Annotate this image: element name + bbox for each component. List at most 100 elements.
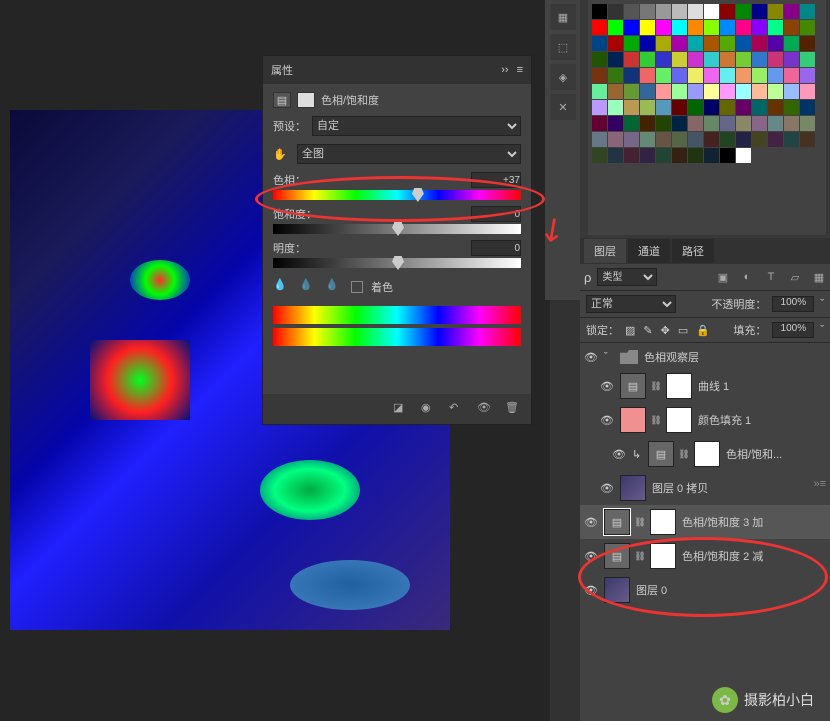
visibility-toggle[interactable]: 👁 xyxy=(584,350,598,364)
saturation-slider-thumb[interactable] xyxy=(392,222,404,236)
swatch[interactable] xyxy=(608,100,623,115)
eyedropper-subtract-icon[interactable]: 💧 xyxy=(325,278,343,296)
swatch[interactable] xyxy=(736,148,751,163)
swatch[interactable] xyxy=(624,132,639,147)
layer-name[interactable]: 色相观察层 xyxy=(644,349,699,365)
swatch[interactable] xyxy=(608,148,623,163)
swatch[interactable] xyxy=(720,36,735,51)
tool-icon[interactable]: ✕ xyxy=(550,94,576,120)
swatch[interactable] xyxy=(688,84,703,99)
eyedropper-add-icon[interactable]: 💧 xyxy=(299,278,317,296)
lightness-value-input[interactable] xyxy=(471,240,521,256)
swatch[interactable] xyxy=(592,20,607,35)
layer-row[interactable]: 👁 ⛓ 颜色填充 1 xyxy=(580,403,830,437)
swatch[interactable] xyxy=(720,100,735,115)
lightness-slider[interactable] xyxy=(273,258,521,268)
lock-artboard-icon[interactable]: ▭ xyxy=(678,324,688,337)
lock-all-icon[interactable]: 🔒 xyxy=(696,324,710,337)
swatch[interactable] xyxy=(672,148,687,163)
tab-paths[interactable]: 路径 xyxy=(672,239,714,263)
colorize-checkbox[interactable] xyxy=(351,281,363,293)
image-thumb[interactable] xyxy=(620,475,646,501)
swatch[interactable] xyxy=(768,20,783,35)
mask-thumb[interactable] xyxy=(650,509,676,535)
layer-name[interactable]: 色相/饱和度 2 减 xyxy=(682,548,763,564)
blend-mode-select[interactable]: 正常 xyxy=(586,295,676,313)
visibility-toggle[interactable]: 👁 xyxy=(584,583,598,597)
tab-layers[interactable]: 图层 xyxy=(584,239,626,263)
layer-row[interactable]: 👁 图层 0 拷贝 xyxy=(580,471,830,505)
fill-dropdown-icon[interactable]: ˇ xyxy=(820,324,824,336)
swatch[interactable] xyxy=(688,20,703,35)
swatch[interactable] xyxy=(592,116,607,131)
swatch[interactable] xyxy=(640,84,655,99)
image-thumb[interactable] xyxy=(604,577,630,603)
swatch[interactable] xyxy=(640,100,655,115)
swatch[interactable] xyxy=(688,4,703,19)
swatch[interactable] xyxy=(624,148,639,163)
swatch[interactable] xyxy=(752,36,767,51)
swatch[interactable] xyxy=(688,132,703,147)
visibility-toggle[interactable]: 👁 xyxy=(600,413,614,427)
swatch[interactable] xyxy=(752,68,767,83)
swatch[interactable] xyxy=(784,20,799,35)
swatch[interactable] xyxy=(704,36,719,51)
visibility-toggle[interactable]: 👁 xyxy=(584,515,598,529)
hue-slider-thumb[interactable] xyxy=(412,188,424,202)
swatch[interactable] xyxy=(640,52,655,67)
swatch[interactable] xyxy=(800,4,815,19)
swatch[interactable] xyxy=(784,100,799,115)
swatch[interactable] xyxy=(688,100,703,115)
swatch[interactable] xyxy=(768,4,783,19)
swatch[interactable] xyxy=(800,36,815,51)
swatch[interactable] xyxy=(688,36,703,51)
clip-icon[interactable]: ◪ xyxy=(393,401,409,417)
swatch[interactable] xyxy=(720,148,735,163)
swatch[interactable] xyxy=(720,52,735,67)
layer-row[interactable]: 👁 ↳ ▤ ⛓ 色相/饱和... xyxy=(580,437,830,471)
swatch[interactable] xyxy=(624,68,639,83)
swatch[interactable] xyxy=(672,132,687,147)
previous-icon[interactable]: ◉ xyxy=(421,401,437,417)
layer-row[interactable]: 👁 ▤ ⛓ 曲线 1 xyxy=(580,369,830,403)
link-icon[interactable]: ⛓ xyxy=(652,379,660,393)
swatch[interactable] xyxy=(688,68,703,83)
mask-thumb[interactable] xyxy=(666,373,692,399)
swatch[interactable] xyxy=(752,20,767,35)
swatch[interactable] xyxy=(736,52,751,67)
swatch[interactable] xyxy=(624,4,639,19)
swatch[interactable] xyxy=(592,84,607,99)
swatch[interactable] xyxy=(608,116,623,131)
swatch[interactable] xyxy=(592,132,607,147)
swatch[interactable] xyxy=(720,116,735,131)
swatch[interactable] xyxy=(752,52,767,67)
swatch[interactable] xyxy=(592,4,607,19)
tool-icon[interactable]: ▦ xyxy=(550,4,576,30)
swatch[interactable] xyxy=(752,100,767,115)
lock-position-icon[interactable]: ✥ xyxy=(661,324,670,337)
link-icon[interactable]: ⛓ xyxy=(652,413,660,427)
layer-name[interactable]: 曲线 1 xyxy=(698,378,729,394)
swatch[interactable] xyxy=(592,52,607,67)
hue-value-input[interactable] xyxy=(471,172,521,188)
eyedropper-icon[interactable]: 💧 xyxy=(273,278,291,296)
swatch[interactable] xyxy=(800,100,815,115)
swatch[interactable] xyxy=(624,116,639,131)
tab-channels[interactable]: 通道 xyxy=(628,239,670,263)
swatch[interactable] xyxy=(720,20,735,35)
mask-icon[interactable] xyxy=(297,92,315,108)
adjustment-thumb[interactable]: ▤ xyxy=(620,373,646,399)
hue-slider[interactable] xyxy=(273,190,521,200)
range-select[interactable]: 全图 xyxy=(297,144,521,164)
link-icon[interactable]: ⛓ xyxy=(680,447,688,461)
swatch[interactable] xyxy=(608,36,623,51)
expand-arrow-icon[interactable]: ˇ xyxy=(604,351,614,363)
layer-name[interactable]: 色相/饱和度 3 加 xyxy=(682,514,763,530)
layer-group[interactable]: 👁 ˇ 色相观察层 xyxy=(580,345,830,369)
swatch[interactable] xyxy=(752,4,767,19)
swatch[interactable] xyxy=(768,84,783,99)
layer-name[interactable]: 色相/饱和... xyxy=(726,446,782,462)
layer-row[interactable]: 👁 ▤ ⛓ 色相/饱和度 2 减 xyxy=(580,539,830,573)
swatch[interactable] xyxy=(720,84,735,99)
filter-shape-icon[interactable]: ▱ xyxy=(788,270,802,284)
